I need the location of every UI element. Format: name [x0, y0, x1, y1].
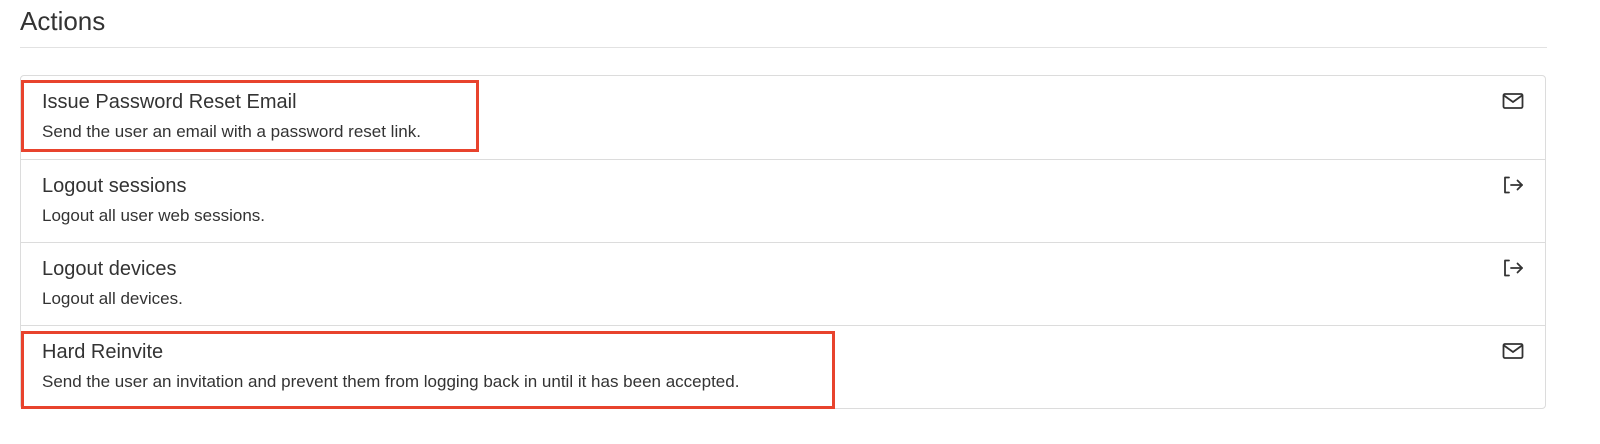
action-hard-reinvite[interactable]: Hard Reinvite Send the user an invitatio…	[21, 325, 1545, 408]
action-title: Logout sessions	[42, 175, 187, 197]
action-title: Logout devices	[42, 258, 177, 280]
action-title: Issue Password Reset Email	[42, 91, 297, 113]
action-issue-password-reset-email[interactable]: Issue Password Reset Email Send the user…	[21, 76, 1545, 159]
action-logout-devices[interactable]: Logout devices Logout all devices.	[21, 242, 1545, 325]
action-title: Hard Reinvite	[42, 341, 164, 363]
envelope-icon	[1501, 340, 1525, 362]
action-description: Logout all user web sessions.	[42, 206, 266, 225]
sign-out-icon	[1501, 174, 1525, 196]
section-divider	[20, 47, 1547, 48]
action-list: Issue Password Reset Email Send the user…	[20, 75, 1546, 409]
action-logout-sessions[interactable]: Logout sessions Logout all user web sess…	[21, 159, 1545, 242]
section-title: Actions	[20, 6, 106, 36]
action-description: Send the user an invitation and prevent …	[42, 372, 740, 391]
sign-out-icon	[1501, 257, 1525, 279]
action-description: Logout all devices.	[42, 289, 183, 308]
action-description: Send the user an email with a password r…	[42, 122, 421, 141]
envelope-icon	[1501, 90, 1525, 112]
